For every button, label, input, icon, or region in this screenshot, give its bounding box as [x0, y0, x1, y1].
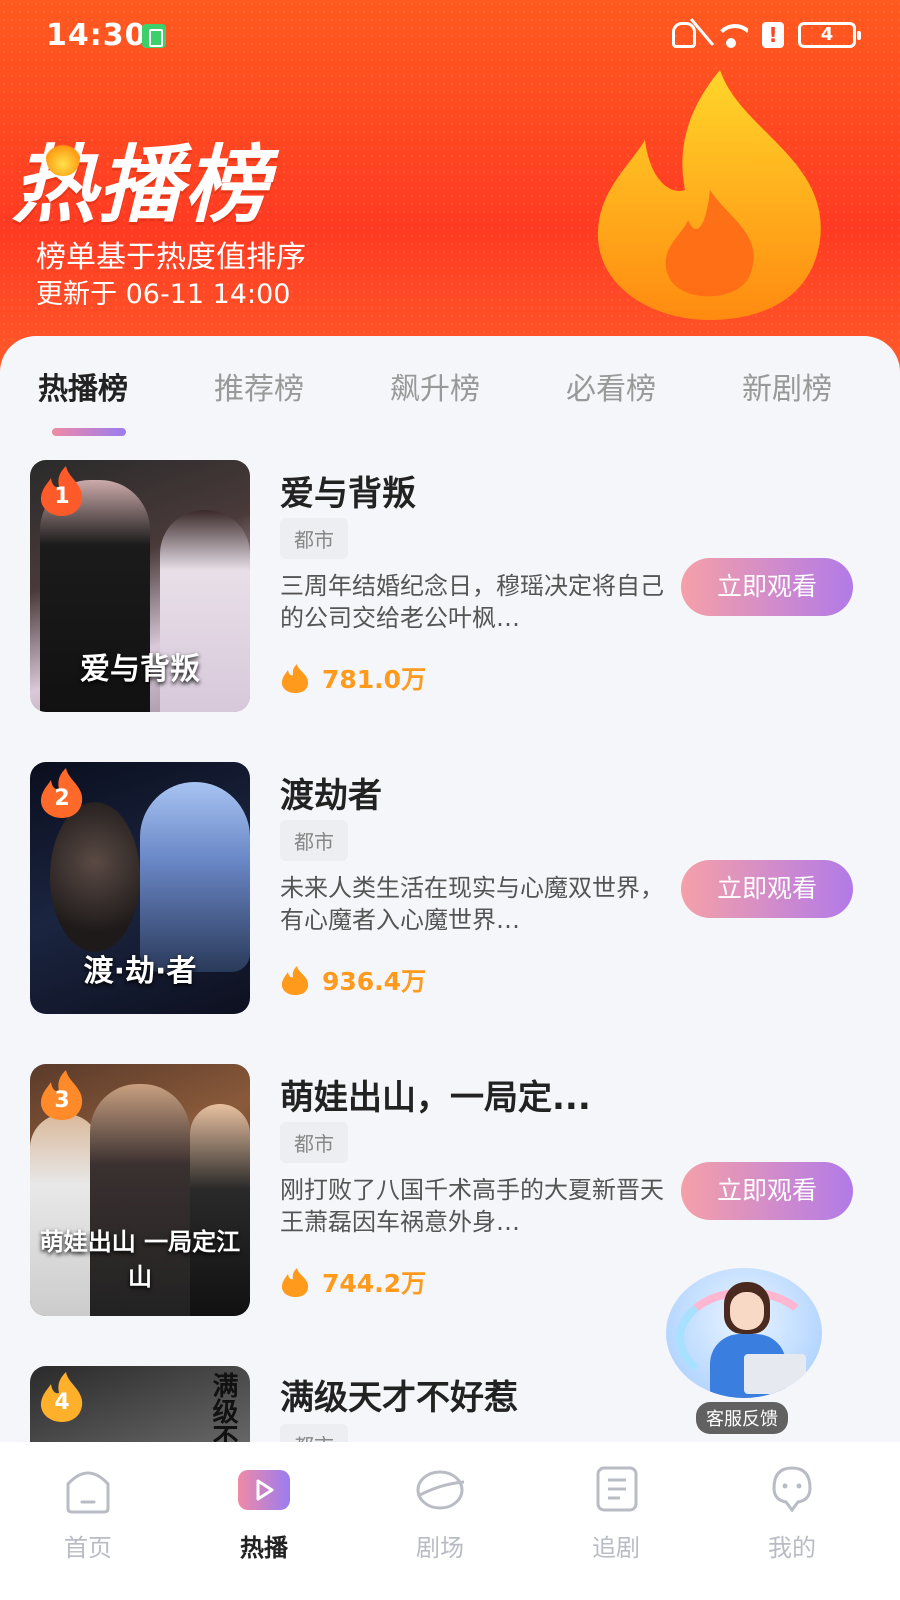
active-tab-indicator: [52, 428, 126, 436]
heat-score: 936.4万: [280, 962, 426, 998]
customer-support-button[interactable]: 客服反馈: [660, 1262, 830, 1434]
status-bar: 14:30 ! 4: [0, 0, 900, 70]
heat-value: 936.4万: [322, 967, 427, 996]
rank-number: 1: [54, 484, 70, 509]
flame-icon: [597, 70, 821, 320]
nav-label: 追剧: [592, 1534, 640, 1562]
poster-image[interactable]: 爱与背叛 1: [30, 460, 250, 712]
drama-title[interactable]: 爱与背叛: [280, 466, 416, 515]
poster-image[interactable]: 渡·劫·者 2: [30, 762, 250, 1014]
alert-icon: !: [762, 22, 784, 48]
ranking-note: 榜单基于热度值排序: [36, 240, 306, 275]
planet-icon: [416, 1470, 465, 1510]
wifi-icon: [714, 20, 748, 50]
status-time: 14:30: [46, 18, 147, 53]
heat-score: 744.2万: [280, 1264, 426, 1300]
list-item[interactable]: 渡·劫·者 2 渡劫者 都市 未来人类生活在现实与心魔双世界，有心魔者入心魔世界…: [0, 762, 900, 1022]
battery-icon: 4: [798, 22, 861, 48]
home-icon: [66, 1471, 110, 1514]
list-icon: [596, 1466, 638, 1512]
mute-bell-icon: [666, 20, 700, 50]
nav-theater[interactable]: 剧场: [380, 1464, 500, 1563]
nav-label: 我的: [768, 1534, 816, 1562]
drama-description: 刚打败了八国千术高手的大夏新晋天王萧磊因车祸意外身…: [280, 1176, 664, 1236]
tab-rising[interactable]: 飙升榜: [390, 364, 480, 408]
drama-title[interactable]: 萌娃出山，一局定...: [280, 1070, 591, 1119]
rank-number: 3: [54, 1088, 70, 1113]
nav-label: 热播: [240, 1534, 288, 1562]
poster-image[interactable]: 满级不好惹 4: [30, 1366, 250, 1442]
rank-badge: 3: [38, 1070, 86, 1120]
nav-profile[interactable]: 我的: [732, 1464, 852, 1563]
rank-badge: 2: [38, 768, 86, 818]
list-item[interactable]: 爱与背叛 1 爱与背叛 都市 三周年结婚纪念日，穆瑶决定将自己的公司交给老公叶枫…: [0, 460, 900, 720]
watch-now-button[interactable]: 立即观看: [681, 1162, 853, 1220]
nav-home[interactable]: 首页: [28, 1464, 148, 1563]
support-avatar: [666, 1268, 822, 1398]
header-banner: 14:30 ! 4 热播榜 榜单基于热度值排序 更新于 06-11 14:00: [0, 0, 900, 380]
drama-title[interactable]: 满级天才不好惹: [280, 1370, 518, 1419]
watch-now-button[interactable]: 立即观看: [681, 558, 853, 616]
nav-label: 首页: [64, 1534, 112, 1562]
bottom-nav: 首页 热播 剧场 追剧 我的: [0, 1442, 900, 1600]
page-title: 热播榜: [12, 136, 271, 234]
nav-following[interactable]: 追剧: [556, 1464, 676, 1563]
rank-number: 2: [54, 786, 70, 811]
profile-icon: [772, 1466, 812, 1513]
timer-app-icon: [142, 24, 166, 48]
fire-icon: [281, 1268, 309, 1297]
poster-title: 爱与背叛: [80, 652, 200, 687]
poster-image[interactable]: 萌娃出山 一局定江山 3: [30, 1064, 250, 1316]
tab-must-watch[interactable]: 必看榜: [566, 364, 656, 408]
drama-description: 三周年结婚纪念日，穆瑶决定将自己的公司交给老公叶枫…: [280, 572, 664, 632]
drama-title[interactable]: 渡劫者: [280, 768, 382, 817]
rank-badge: 4: [38, 1372, 86, 1422]
title-flame-icon: [46, 136, 80, 176]
tab-new[interactable]: 新剧榜: [742, 364, 832, 408]
poster-title: 渡·劫·者: [83, 954, 197, 989]
play-icon: [238, 1470, 290, 1510]
genre-tag: 都市: [280, 1122, 348, 1163]
nav-label: 剧场: [416, 1534, 464, 1562]
genre-tag: 都市: [280, 820, 348, 861]
rank-number: 4: [54, 1390, 70, 1415]
update-time: 更新于 06-11 14:00: [36, 279, 291, 310]
fire-icon: [281, 966, 309, 995]
genre-tag: 都市: [280, 1424, 348, 1442]
fire-icon: [281, 664, 309, 693]
support-label: 客服反馈: [696, 1402, 788, 1434]
heat-value: 744.2万: [322, 1269, 427, 1298]
nav-hot[interactable]: 热播: [204, 1464, 324, 1563]
heat-score: 781.0万: [280, 660, 426, 696]
poster-title: 满级不好惹: [208, 1372, 238, 1442]
tab-recommend[interactable]: 推荐榜: [214, 364, 304, 408]
heat-value: 781.0万: [322, 665, 427, 694]
drama-description: 未来人类生活在现实与心魔双世界，有心魔者入心魔世界…: [280, 874, 664, 934]
tab-hot[interactable]: 热播榜: [38, 364, 128, 408]
rank-badge: 1: [38, 466, 86, 516]
genre-tag: 都市: [280, 518, 348, 559]
poster-title: 萌娃出山 一局定江山: [39, 1228, 241, 1291]
watch-now-button[interactable]: 立即观看: [681, 860, 853, 918]
ranking-tabs: 热播榜 推荐榜 飙升榜 必看榜 新剧榜: [0, 364, 900, 424]
